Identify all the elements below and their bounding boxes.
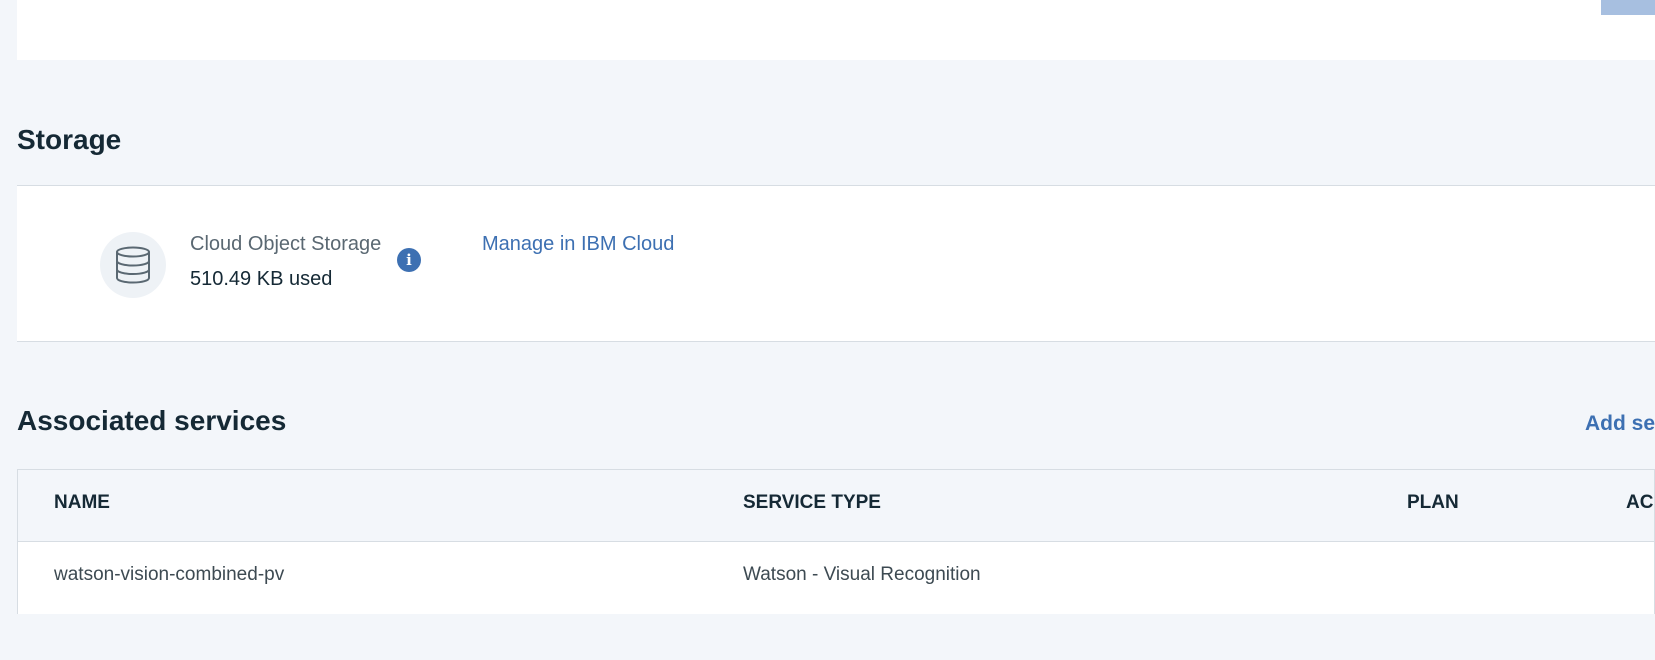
info-icon[interactable]: i	[397, 248, 421, 272]
storage-title: Storage	[17, 124, 122, 155]
manage-in-ibm-cloud-link[interactable]: Manage in IBM Cloud	[482, 233, 674, 256]
storage-card: Cloud Object Storage 510.49 KB used i Ma…	[17, 185, 1655, 342]
storage-usage: 510.49 KB used	[190, 268, 333, 290]
column-header-service-type[interactable]: SERVICE TYPE	[743, 492, 881, 514]
table-header: NAME SERVICE TYPE PLAN AC	[18, 470, 1654, 542]
column-header-plan[interactable]: PLAN	[1407, 492, 1459, 514]
table-row[interactable]: watson-vision-combined-pv Watson - Visua…	[18, 542, 1654, 614]
add-service-link[interactable]: Add ser	[1585, 412, 1655, 436]
column-header-actions: AC	[1626, 492, 1654, 513]
service-name-cell[interactable]: watson-vision-combined-pv	[54, 564, 284, 586]
top-card	[17, 0, 1655, 60]
top-card-button[interactable]	[1601, 0, 1655, 15]
associated-services-title: Associated services	[17, 405, 287, 436]
services-table: NAME SERVICE TYPE PLAN AC watson-vision-…	[17, 469, 1655, 614]
service-type-cell: Watson - Visual Recognition	[743, 564, 981, 585]
database-icon	[100, 232, 166, 298]
storage-service-name: Cloud Object Storage	[190, 233, 382, 255]
column-header-name[interactable]: NAME	[54, 492, 110, 514]
